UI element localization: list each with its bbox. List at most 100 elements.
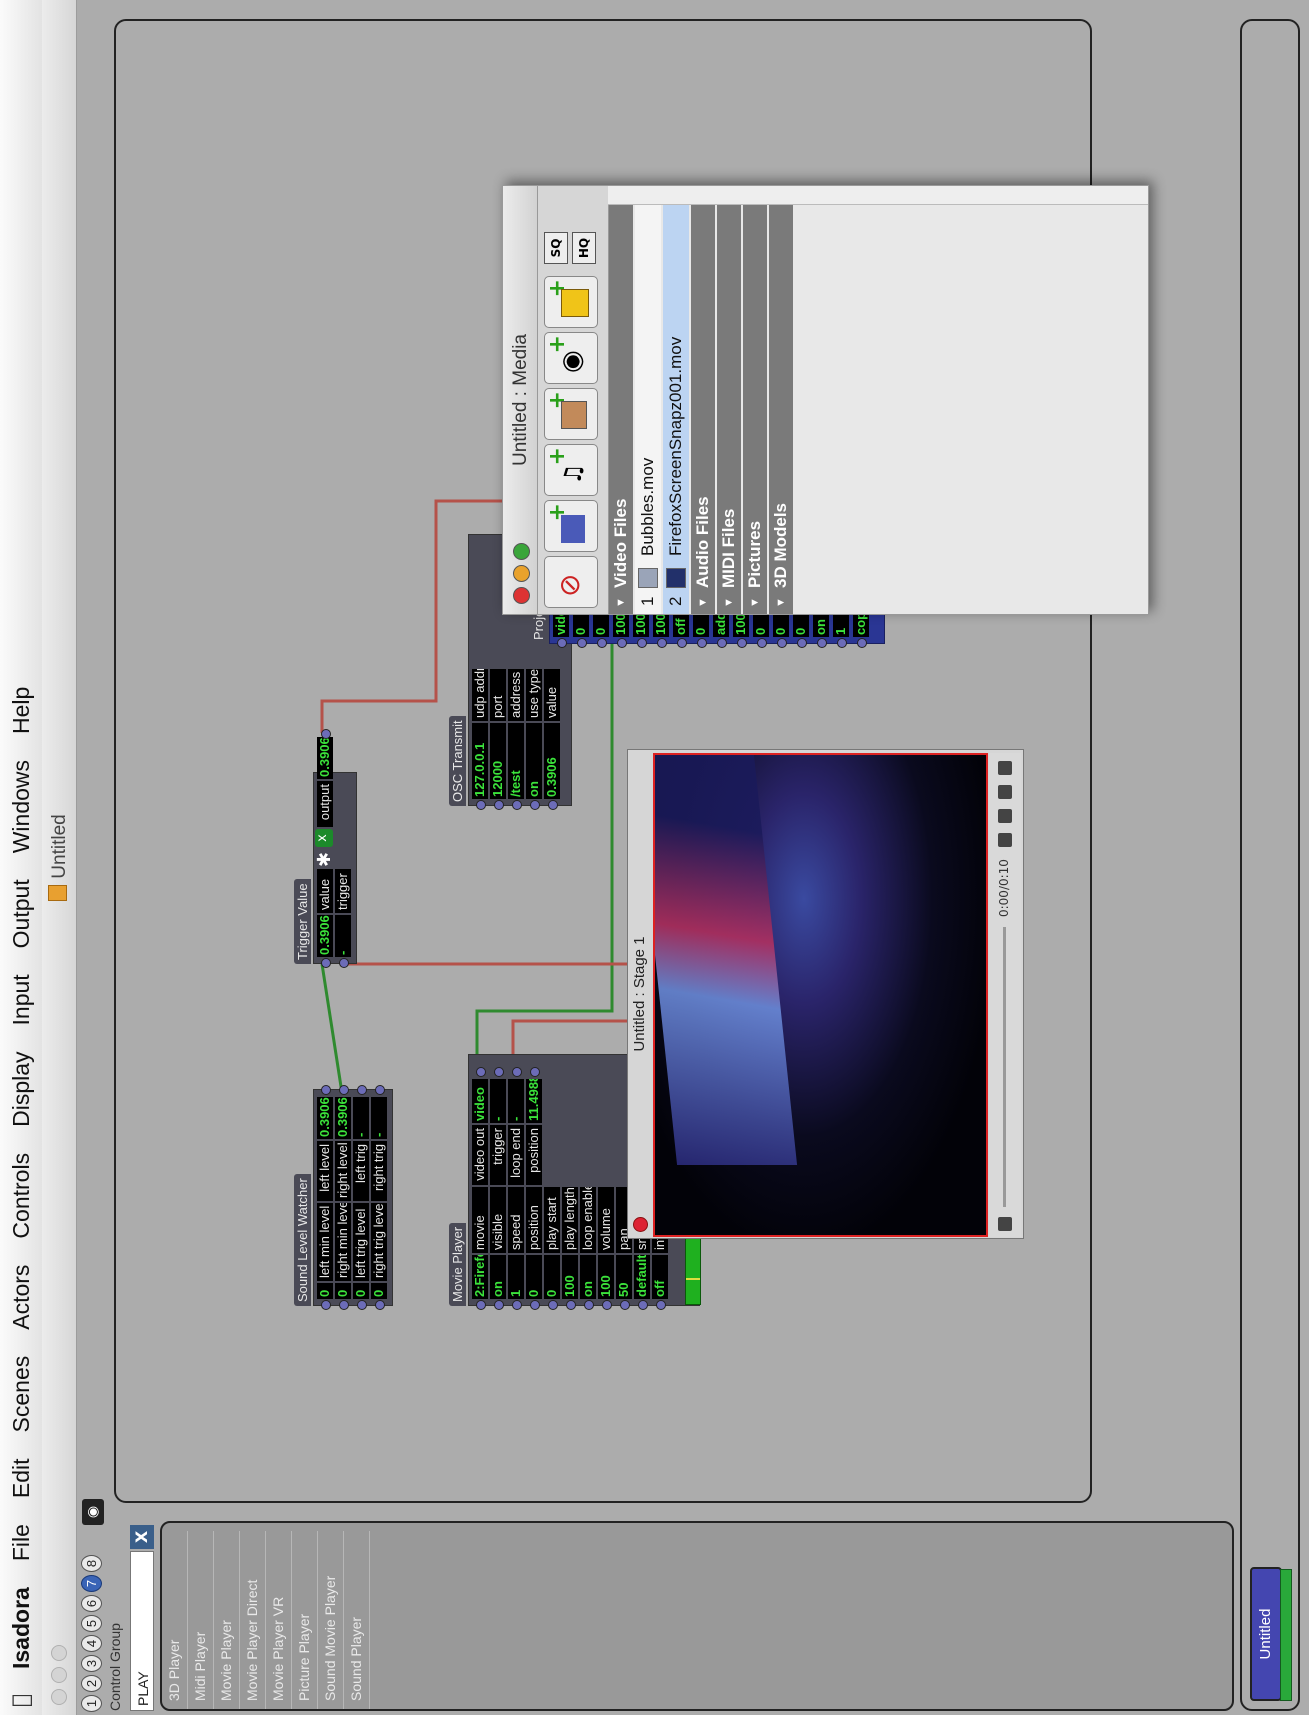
input-port[interactable]: [530, 1300, 540, 1310]
input-value[interactable]: 0: [317, 1283, 333, 1299]
actor-list-item[interactable]: 3D Player: [162, 1531, 188, 1709]
add-midi-button[interactable]: + ◉: [544, 332, 598, 384]
output-port[interactable]: [512, 1067, 522, 1077]
input-port[interactable]: [548, 800, 558, 810]
sound-level-watcher-actor[interactable]: 0 left min level left level 0.3906 0 right m…: [313, 1085, 393, 1310]
actor-list-item[interactable]: Sound Movie Player: [318, 1531, 344, 1709]
unlink-button[interactable]: ⊘: [544, 556, 598, 608]
sq-button[interactable]: SQ: [544, 232, 568, 264]
scene-button-8[interactable]: 8: [80, 1555, 102, 1572]
input-value[interactable]: 127.0.0.1: [472, 723, 488, 799]
input-port[interactable]: [512, 1300, 522, 1310]
add-audio-button[interactable]: + ♫: [544, 444, 598, 496]
input-value[interactable]: 100: [562, 1255, 578, 1299]
output-port[interactable]: [357, 1085, 367, 1095]
input-value[interactable]: 2:Firefox: [472, 1255, 488, 1299]
actor-list-item[interactable]: Sound Player: [344, 1531, 370, 1709]
menu-edit[interactable]: Edit: [8, 1458, 35, 1498]
media-window[interactable]: Untitled : Media ⊘ + +♫ + +◉ + SQ HQ Vid…: [502, 185, 1149, 615]
menu-scenes[interactable]: Scenes: [8, 1356, 35, 1433]
menu-app[interactable]: Isadora: [8, 1587, 35, 1669]
input-port[interactable]: [657, 638, 667, 648]
menu-actors[interactable]: Actors: [8, 1265, 35, 1330]
input-port[interactable]: [837, 638, 847, 648]
scene-button-5[interactable]: 5: [80, 1615, 102, 1632]
media-section-pictures[interactable]: Pictures: [743, 186, 767, 614]
scene-button-1[interactable]: 1: [80, 1695, 102, 1712]
input-port[interactable]: [566, 1300, 576, 1310]
sound-level-watcher-title[interactable]: Sound Level Watcher: [294, 1174, 311, 1306]
input-value[interactable]: 0.3906: [317, 915, 333, 957]
scene-button-3[interactable]: 3: [80, 1655, 102, 1672]
input-value[interactable]: /test: [508, 723, 524, 799]
actor-list-item[interactable]: Movie Player: [214, 1531, 240, 1709]
input-port[interactable]: [339, 1300, 349, 1310]
input-port[interactable]: [617, 638, 627, 648]
hd-icon[interactable]: [998, 809, 1012, 823]
input-port[interactable]: [321, 958, 331, 968]
input-port[interactable]: [737, 638, 747, 648]
input-port[interactable]: [476, 1300, 486, 1310]
output-port[interactable]: [476, 1067, 486, 1077]
output-port[interactable]: [339, 1085, 349, 1095]
volume-icon[interactable]: [998, 833, 1012, 847]
input-port[interactable]: [357, 1300, 367, 1310]
input-value[interactable]: 0: [353, 1283, 369, 1299]
input-port[interactable]: [697, 638, 707, 648]
scene-button-7[interactable]: 7: [80, 1575, 102, 1592]
input-port[interactable]: [602, 1300, 612, 1310]
fullscreen-icon[interactable]: [998, 785, 1012, 799]
menu-file[interactable]: File: [8, 1524, 35, 1561]
add-3d-model-button[interactable]: +: [544, 276, 598, 328]
input-value[interactable]: 50: [616, 1255, 632, 1299]
snapshot-camera-icon[interactable]: ◉: [82, 1499, 104, 1525]
osc-transmit-title[interactable]: OSC Transmit: [449, 716, 466, 806]
input-port[interactable]: [557, 638, 567, 648]
trigger-value-actor[interactable]: 0.3906 value ✱ x output 0.3906 - trigger: [313, 729, 357, 968]
input-port[interactable]: [817, 638, 827, 648]
scene-tab[interactable]: Untitled: [1250, 1567, 1282, 1701]
scene-button-2[interactable]: 2: [80, 1675, 102, 1692]
media-scrollbar[interactable]: [608, 186, 1148, 205]
input-port[interactable]: [548, 1300, 558, 1310]
menu-input[interactable]: Input: [8, 974, 35, 1025]
media-section-video[interactable]: Video Files: [609, 186, 633, 614]
input-port[interactable]: [757, 638, 767, 648]
input-port[interactable]: [321, 1300, 331, 1310]
scene-button-6[interactable]: 6: [80, 1595, 102, 1612]
actor-list-item[interactable]: Movie Player Direct: [240, 1531, 266, 1709]
input-port[interactable]: [620, 1300, 630, 1310]
actor-list-item[interactable]: Midi Player: [188, 1531, 214, 1709]
actor-list-item[interactable]: Picture Player: [292, 1531, 318, 1709]
input-port[interactable]: [494, 800, 504, 810]
output-port[interactable]: [321, 1085, 331, 1095]
menu-windows[interactable]: Windows: [8, 760, 35, 853]
movie-player-title[interactable]: Movie Player: [449, 1222, 466, 1306]
input-port[interactable]: [777, 638, 787, 648]
input-value[interactable]: on: [490, 1255, 506, 1299]
output-port[interactable]: [530, 1067, 540, 1077]
input-port[interactable]: [656, 1300, 666, 1310]
apple-icon[interactable]: : [9, 1681, 34, 1707]
input-port[interactable]: [597, 638, 607, 648]
input-port[interactable]: [677, 638, 687, 648]
stage-close-icon[interactable]: [633, 1217, 648, 1232]
input-value[interactable]: 0: [544, 1255, 560, 1299]
play-icon[interactable]: [998, 1217, 1012, 1231]
input-value[interactable]: 0: [526, 1255, 542, 1299]
menu-output[interactable]: Output: [8, 879, 35, 948]
actor-list-item[interactable]: Movie Player VR: [266, 1531, 292, 1709]
output-port[interactable]: [494, 1067, 504, 1077]
input-port[interactable]: [638, 1300, 648, 1310]
output-port[interactable]: [375, 1085, 385, 1095]
input-port[interactable]: [717, 638, 727, 648]
input-value[interactable]: 0.3906: [544, 723, 560, 799]
input-value[interactable]: -: [335, 915, 351, 957]
input-value[interactable]: on: [580, 1255, 596, 1299]
input-port[interactable]: [476, 800, 486, 810]
add-picture-button[interactable]: +: [544, 388, 598, 440]
add-video-button[interactable]: +: [544, 500, 598, 552]
input-value[interactable]: 12000: [490, 723, 506, 799]
scene-button-4[interactable]: 4: [80, 1635, 102, 1652]
input-port[interactable]: [339, 958, 349, 968]
